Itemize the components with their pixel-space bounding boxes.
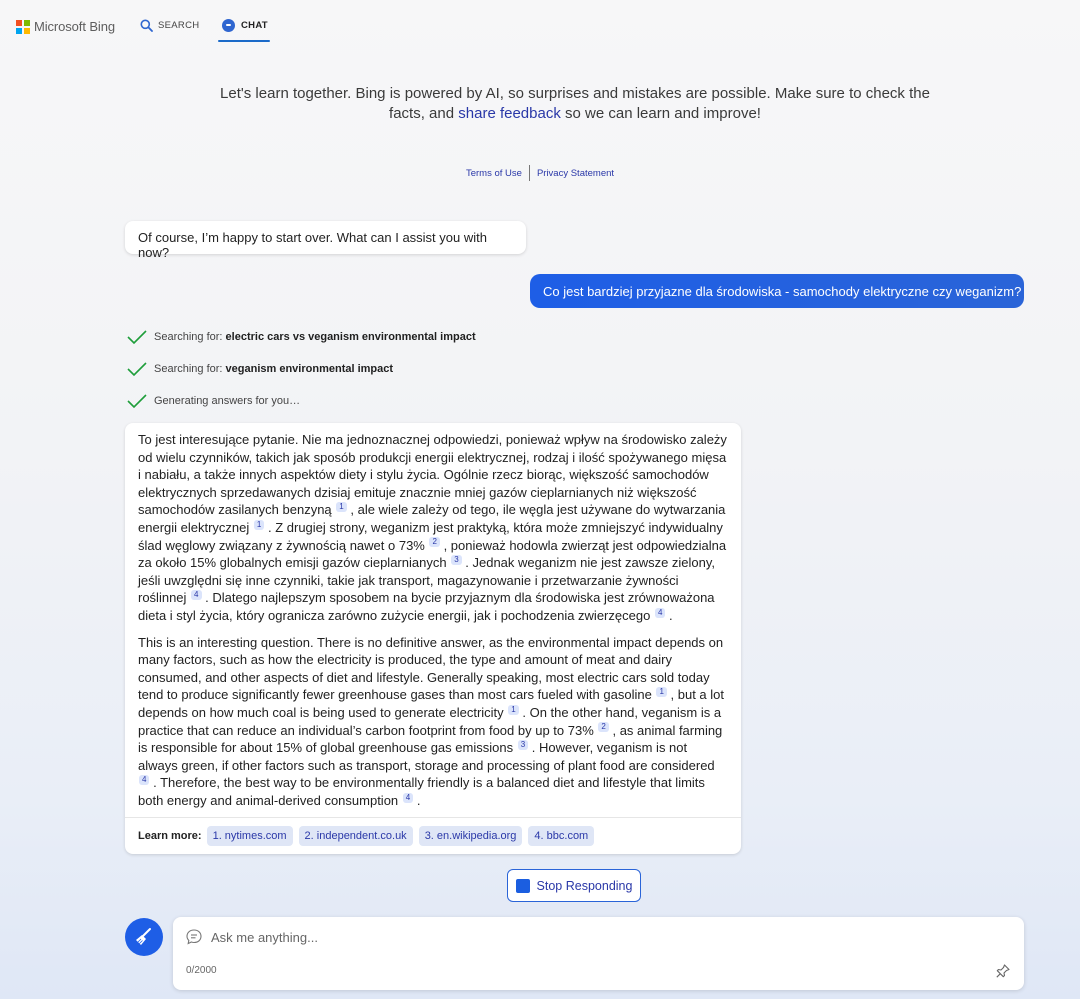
- answer-text: . Dlatego najlepszym sposobem na bycie p…: [138, 590, 715, 623]
- source-link-independent[interactable]: 2. independent.co.uk: [298, 826, 413, 846]
- chat-composer: 0/2000: [173, 917, 1024, 990]
- brand-name: Microsoft Bing: [34, 19, 115, 34]
- character-counter: 0/2000: [186, 965, 217, 976]
- search-progress-item: Searching for: electric cars vs veganism…: [126, 329, 476, 345]
- citation-badge[interactable]: 1: [336, 502, 347, 513]
- broom-icon: [136, 928, 151, 945]
- intro-text-end: so we can learn and improve!: [560, 105, 761, 122]
- active-tab-indicator: [218, 40, 270, 42]
- stop-responding-label: Stop Responding: [536, 878, 633, 893]
- progress-prefix: Searching for:: [154, 331, 223, 343]
- share-feedback-link[interactable]: share feedback: [458, 105, 561, 122]
- privacy-statement-link[interactable]: Privacy Statement: [537, 168, 614, 181]
- answer-text: .: [416, 792, 421, 808]
- progress-prefix: Searching for:: [154, 363, 223, 375]
- progress-prefix: Generating answers for you…: [154, 395, 301, 407]
- stop-icon: [515, 878, 530, 893]
- source-link-wikipedia[interactable]: 3. en.wikipedia.org: [418, 826, 523, 846]
- user-message: Co jest bardziej przyjazne dla środowisk…: [530, 274, 1024, 308]
- source-link-nytimes[interactable]: 1. nytimes.com: [206, 826, 293, 846]
- citation-badge[interactable]: 4: [139, 774, 150, 785]
- search-icon: [140, 19, 153, 32]
- answer-paragraph-polish: To jest interesujące pytanie. Nie ma jed…: [125, 423, 741, 625]
- source-link-bbc[interactable]: 4. bbc.com: [528, 826, 595, 846]
- bot-answer-card: To jest interesujące pytanie. Nie ma jed…: [125, 423, 741, 854]
- pin-icon[interactable]: [995, 963, 1011, 979]
- citation-badge[interactable]: 2: [598, 722, 609, 733]
- chat-bubble-icon: [186, 929, 202, 945]
- search-progress-item: Searching for: veganism environmental im…: [126, 361, 393, 377]
- citation-badge[interactable]: 3: [517, 739, 529, 750]
- citation-badge[interactable]: 3: [451, 554, 462, 565]
- progress-query: veganism environmental impact: [225, 363, 394, 375]
- answer-text: . Therefore, the best way to be environm…: [138, 775, 705, 808]
- citation-badge[interactable]: 1: [253, 519, 265, 530]
- legal-divider: [528, 165, 530, 181]
- citation-badge[interactable]: 2: [429, 537, 440, 548]
- progress-query: electric cars vs veganism environmental …: [225, 331, 476, 343]
- citation-badge[interactable]: 4: [654, 607, 666, 618]
- tab-chat-label: CHAT: [241, 20, 268, 31]
- checkmark-icon: [127, 362, 147, 377]
- tab-search[interactable]: SEARCH: [140, 19, 199, 32]
- citation-badge[interactable]: 4: [402, 792, 414, 803]
- answer-text: This is an interesting question. There i…: [138, 634, 724, 703]
- checkmark-icon: [127, 394, 147, 409]
- tab-chat[interactable]: CHAT: [222, 19, 268, 32]
- answer-text: .: [669, 607, 673, 623]
- brand-logo[interactable]: Microsoft Bing: [16, 19, 115, 34]
- learn-more-bar: Learn more: 1. nytimes.com 2. independen…: [125, 817, 741, 854]
- bot-message: Of course, I’m happy to start over. What…: [125, 221, 526, 260]
- checkmark-icon: [127, 330, 147, 345]
- intro-disclaimer: Let's learn together. Bing is powered by…: [210, 84, 940, 124]
- legal-links: Terms of Use Privacy Statement: [0, 165, 1080, 181]
- citation-badge[interactable]: 4: [191, 590, 202, 601]
- microsoft-logo-icon: [16, 19, 30, 34]
- generating-progress-item: Generating answers for you…: [126, 393, 300, 409]
- new-topic-button[interactable]: [125, 918, 163, 956]
- ask-input[interactable]: [211, 927, 991, 947]
- citation-badge[interactable]: 1: [508, 704, 519, 715]
- terms-of-use-link[interactable]: Terms of Use: [466, 168, 522, 181]
- citation-badge[interactable]: 1: [656, 686, 667, 697]
- answer-paragraph-english: This is an interesting question. There i…: [125, 625, 741, 810]
- top-bar: Microsoft Bing SEARCH CHAT: [0, 0, 1080, 50]
- chat-icon: [222, 19, 235, 32]
- learn-more-label: Learn more:: [138, 830, 202, 842]
- tab-search-label: SEARCH: [158, 20, 200, 31]
- stop-responding-button[interactable]: Stop Responding: [507, 869, 641, 902]
